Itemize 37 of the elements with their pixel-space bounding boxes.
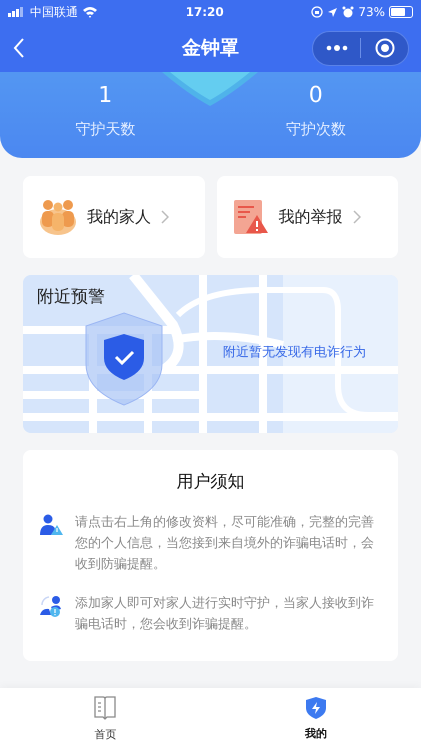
shortcut-card[interactable]: 我的举报 (216, 176, 398, 258)
lock-rotation-icon (311, 6, 324, 18)
shortcut-label: 我的家人 (87, 206, 151, 228)
stat-label: 守护天数 (75, 119, 136, 140)
clock-time: 17:20 (186, 4, 224, 21)
location-icon (327, 6, 338, 18)
section-title: 附近预警 (37, 286, 105, 309)
family-icon (39, 198, 77, 236)
carrier-name: 中国联通 (30, 4, 78, 21)
report-icon (232, 199, 268, 235)
chevron-icon (352, 210, 360, 224)
tab-item[interactable]: 首页 (0, 688, 210, 750)
more-icon[interactable] (326, 45, 348, 51)
nearby-status-text: 附近暂无发现有电诈行为 (223, 344, 366, 362)
notice-text: 请点击右上角的修改资料，尽可能准确，完整的完善您的个人信息，当您接到来自境外的诈骗电话时，会收到防骗提醒。 (75, 514, 375, 574)
back-icon[interactable] (12, 37, 26, 59)
person-alert-icon (39, 514, 63, 536)
shortcut-card[interactable]: 我的家人 (23, 176, 204, 258)
alarm-icon (342, 6, 354, 18)
battery-icon (389, 6, 413, 18)
notice-text: 添加家人即可对家人进行实时守护，当家人接收到诈骗电话时，您会收到诈骗提醒。 (75, 594, 375, 634)
family-alert-icon (39, 594, 63, 616)
shield-check-icon (85, 312, 163, 406)
stat-label: 守护次数 (286, 119, 346, 140)
shield-icon (304, 696, 327, 720)
notice-title: 用户须知 (176, 471, 244, 494)
stat-value: 1 (98, 82, 112, 110)
close-icon[interactable] (374, 38, 394, 58)
page-title: 金钟罩 (182, 36, 239, 61)
signal-icon (8, 7, 26, 17)
tab-item[interactable]: 我的 (210, 688, 421, 750)
battery-percent: 73% (358, 4, 385, 21)
chevron-icon (161, 210, 169, 224)
stat-value: 0 (308, 82, 323, 110)
wifi-icon (82, 6, 98, 18)
shortcut-label: 我的举报 (278, 206, 342, 228)
book-icon (93, 694, 118, 721)
